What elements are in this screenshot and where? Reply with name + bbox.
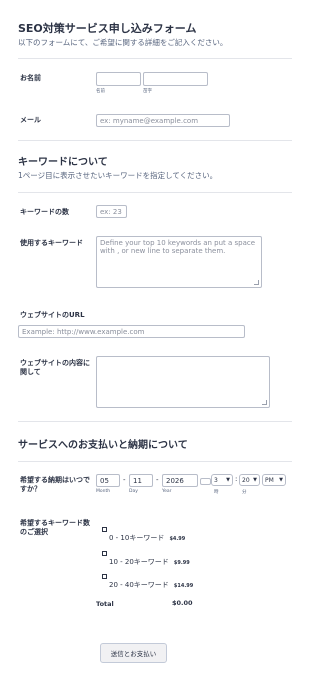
divider xyxy=(18,421,292,422)
keywords-textarea[interactable]: Define your top 10 keywords an put a spa… xyxy=(96,236,262,288)
keyword-plan-label: 希望するキーワード数 のご選択 xyxy=(20,519,90,537)
website-content-label-line2: 関して xyxy=(20,368,41,376)
resize-handle-icon[interactable] xyxy=(262,400,267,405)
keyword-plan-label-line2: のご選択 xyxy=(20,528,48,536)
plan-option-20-40: 20 - 40キーワード $14.99 xyxy=(109,572,193,591)
keyword-count-label: キーワードの数 xyxy=(20,208,69,216)
chevron-down-icon: ▼ xyxy=(226,477,230,483)
plan-checkbox-10-20[interactable] xyxy=(102,551,107,556)
website-content-label: ウェブサイトの内容に 関して xyxy=(20,359,90,377)
hour-sublabel: 時 xyxy=(214,490,219,495)
keywords-placeholder: Define your top 10 keywords an put a spa… xyxy=(100,239,256,255)
keywords-section-subtitle: 1ページ目に表示させたいキーワードを指定してください。 xyxy=(18,171,218,180)
email-label: メール xyxy=(20,116,41,124)
date-dash: - xyxy=(156,476,159,484)
plan-option-price: $9.99 xyxy=(173,560,190,566)
website-content-textarea[interactable] xyxy=(96,356,270,408)
divider xyxy=(18,192,292,193)
website-url-label: ウェブサイトのURL xyxy=(20,311,85,319)
keywords-used-label: 使用するキーワード xyxy=(20,239,83,247)
plan-checkbox-0-10[interactable] xyxy=(102,527,107,532)
keywords-section-title: キーワードについて xyxy=(18,157,108,168)
month-input[interactable]: 05 xyxy=(96,474,120,487)
submit-button[interactable]: 送信とお支払い xyxy=(100,643,167,663)
date-dash: - xyxy=(123,476,126,484)
hour-value: 3 xyxy=(214,476,218,484)
deadline-label-line2: すか？ xyxy=(20,485,41,493)
first-name-sublabel: 名前 xyxy=(96,89,105,94)
plan-option-label: 10 - 20キーワード xyxy=(109,558,169,566)
plan-option-price: $14.99 xyxy=(173,583,194,589)
plan-checkbox-20-40[interactable] xyxy=(102,574,107,579)
chevron-down-icon: ▼ xyxy=(279,477,283,483)
keyword-plan-label-line1: 希望するキーワード数 xyxy=(20,519,90,527)
day-sublabel: Day xyxy=(129,489,138,494)
time-colon: : xyxy=(235,475,238,483)
minute-value: 20 xyxy=(242,476,250,484)
divider xyxy=(18,58,292,59)
deadline-label-line1: 希望する納期はいつで xyxy=(20,476,90,484)
keyword-count-input[interactable]: ex: 23 xyxy=(96,205,127,218)
last-name-sublabel: 苗字 xyxy=(143,89,152,94)
form-subtitle: 以下のフォームにて、ご希望に関する詳細をご記入ください。 xyxy=(18,38,228,47)
day-input[interactable]: 11 xyxy=(129,474,153,487)
plan-option-label: 0 - 10キーワード xyxy=(109,534,165,542)
total-label: Total xyxy=(96,600,114,608)
form-title: SEO対策サービス申し込みフォーム xyxy=(18,22,197,35)
divider xyxy=(18,140,292,141)
email-field[interactable]: ex: myname@example.com xyxy=(96,114,230,127)
first-name-input[interactable] xyxy=(96,72,141,86)
last-name-input[interactable] xyxy=(143,72,208,86)
plan-option-label: 20 - 40キーワード xyxy=(109,581,169,589)
website-content-label-line1: ウェブサイトの内容に xyxy=(20,359,90,367)
plan-option-price: $4.99 xyxy=(169,536,186,542)
plan-option-10-20: 10 - 20キーワード $9.99 xyxy=(109,549,190,568)
ampm-value: PM xyxy=(265,476,274,484)
minute-select[interactable]: 20 ▼ xyxy=(239,474,260,486)
minute-sublabel: 分 xyxy=(242,490,247,495)
plan-option-0-10: 0 - 10キーワード $4.99 xyxy=(109,525,185,544)
total-value: $0.00 xyxy=(172,599,193,607)
month-sublabel: Month xyxy=(96,489,111,494)
chevron-down-icon: ▼ xyxy=(253,477,257,483)
name-label: お名前 xyxy=(20,74,41,82)
divider xyxy=(18,461,292,462)
resize-handle-icon[interactable] xyxy=(254,280,259,285)
deadline-label: 希望する納期はいつで すか？ xyxy=(20,476,90,494)
payment-section-title: サービスへのお支払いと納期について xyxy=(18,440,188,451)
ampm-select[interactable]: PM ▼ xyxy=(262,474,286,486)
year-sublabel: Year xyxy=(162,489,172,494)
hour-select[interactable]: 3 ▼ xyxy=(211,474,233,486)
website-url-input[interactable]: Example: http://www.example.com xyxy=(18,325,245,338)
year-input[interactable]: 2026 xyxy=(162,474,198,487)
calendar-icon[interactable] xyxy=(200,478,211,485)
